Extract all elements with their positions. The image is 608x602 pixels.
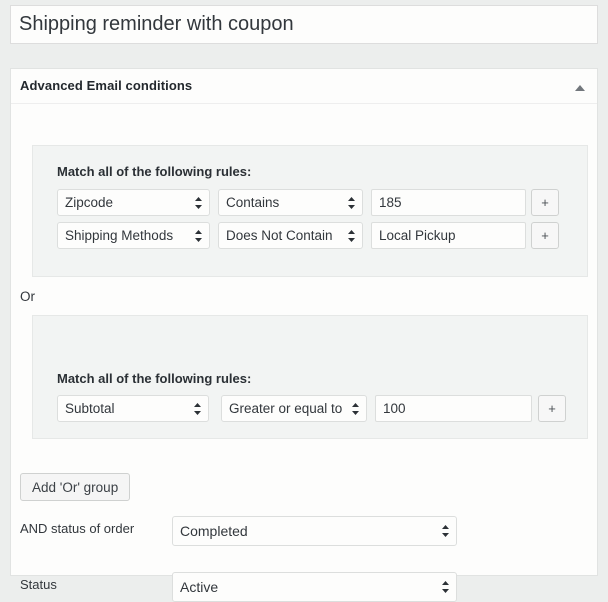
add-or-group-button[interactable]: Add 'Or' group <box>20 473 131 501</box>
add-rule-button[interactable]: + <box>538 395 566 422</box>
stepper-arrows-icon <box>194 229 203 243</box>
add-rule-button[interactable]: + <box>531 222 559 249</box>
stepper-arrows-icon <box>441 580 450 594</box>
or-separator-label: Or <box>20 289 35 304</box>
rule-operator-select[interactable]: Contains <box>218 189 363 216</box>
rule-value-input[interactable] <box>375 395 532 422</box>
rule-value-input[interactable] <box>371 189 526 216</box>
rule-operator-select[interactable]: Does Not Contain <box>218 222 363 249</box>
order-status-label: AND status of order <box>20 521 135 536</box>
rule-list: Zipcode Contains 185 + Shipping Methods … <box>57 189 559 249</box>
rule-list: Subtotal Greater or equal to 100 + <box>57 395 566 422</box>
stepper-arrows-icon <box>193 402 202 416</box>
rule-operator-value: Greater or equal to <box>229 401 343 416</box>
rule-field-select[interactable]: Shipping Methods <box>57 222 210 249</box>
rule-value-input[interactable] <box>371 222 526 249</box>
caret-up-icon[interactable] <box>573 83 587 93</box>
status-label: Status <box>20 577 57 592</box>
stepper-arrows-icon <box>441 524 450 538</box>
post-title-wrapper <box>10 5 598 44</box>
rule-row: Subtotal Greater or equal to 100 + <box>57 395 566 422</box>
add-rule-button[interactable]: + <box>531 189 559 216</box>
match-rules-label: Match all of the following rules: <box>57 371 252 386</box>
order-status-field-row: AND status of order Completed <box>20 516 590 546</box>
rule-group: Match all of the following rules: Zipcod… <box>32 145 588 277</box>
rule-operator-select[interactable]: Greater or equal to <box>221 395 367 422</box>
rule-operator-value: Contains <box>226 195 280 210</box>
status-value: Active <box>180 579 219 595</box>
rule-field-select[interactable]: Subtotal <box>57 395 209 422</box>
stepper-arrows-icon <box>194 196 203 210</box>
stepper-arrows-icon <box>351 402 360 416</box>
rule-row: Zipcode Contains 185 + <box>57 189 559 216</box>
order-status-select[interactable]: Completed <box>172 516 457 546</box>
rule-field-select[interactable]: Zipcode <box>57 189 210 216</box>
match-rules-label: Match all of the following rules: <box>57 164 252 179</box>
advanced-email-conditions-panel: Advanced Email conditions Match all of t… <box>10 68 598 602</box>
stepper-arrows-icon <box>347 229 356 243</box>
rule-field-value: Zipcode <box>65 195 114 210</box>
rule-field-value: Subtotal <box>65 401 115 416</box>
rule-operator-value: Does Not Contain <box>226 228 333 243</box>
status-select[interactable]: Active <box>172 572 457 602</box>
stepper-arrows-icon <box>347 196 356 210</box>
panel-title: Advanced Email conditions <box>20 78 193 93</box>
panel-header[interactable]: Advanced Email conditions <box>11 69 597 104</box>
rule-group: Match all of the following rules: Subtot… <box>32 315 588 439</box>
post-title-input[interactable] <box>10 5 598 44</box>
rule-field-value: Shipping Methods <box>65 228 174 243</box>
rule-row: Shipping Methods Does Not Contain Local … <box>57 222 559 249</box>
order-status-value: Completed <box>180 523 248 539</box>
